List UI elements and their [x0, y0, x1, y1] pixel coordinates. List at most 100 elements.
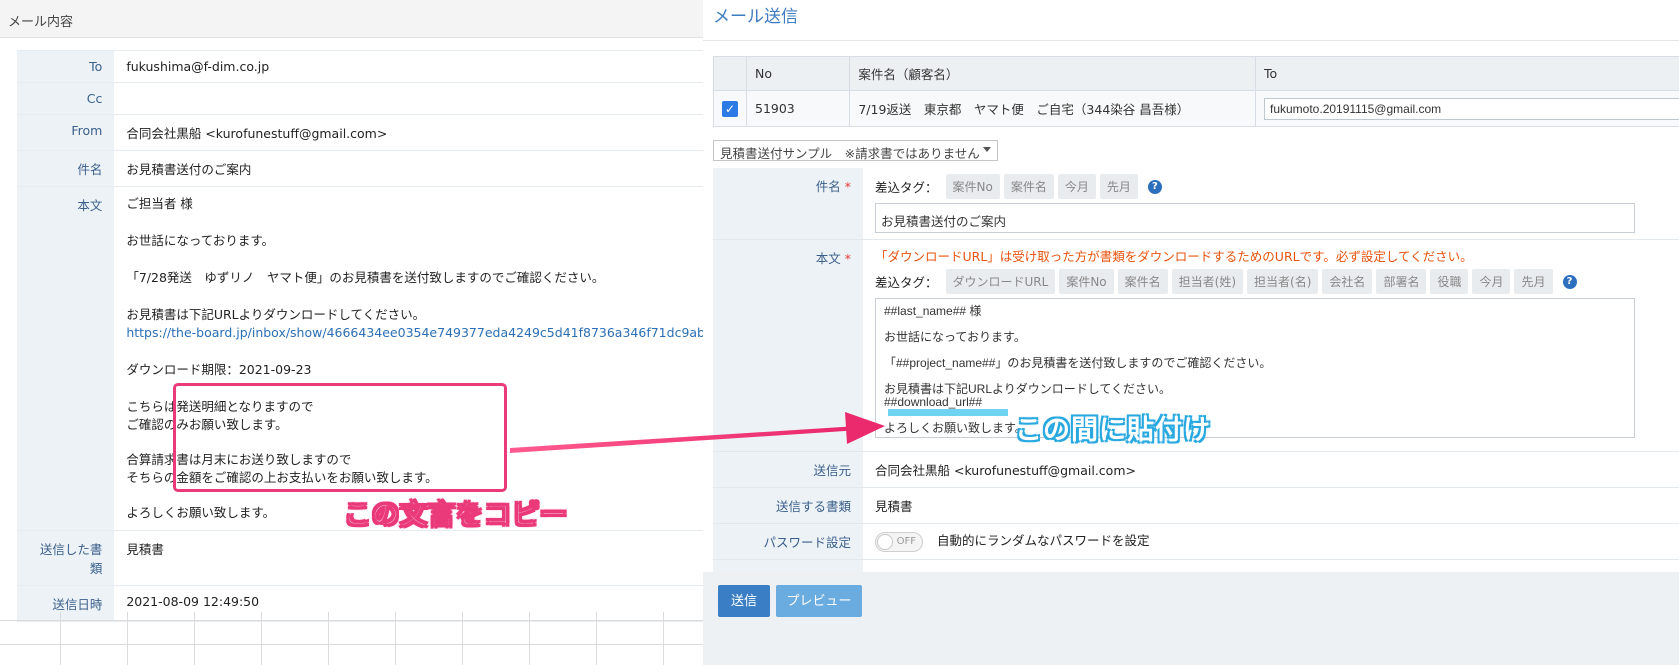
table-row: From 合同会社黒船 <kurofunestuff@gmail.com> — [17, 114, 703, 151]
toggle-state: OFF — [896, 535, 916, 547]
body-line: お見積書は下記URLよりダウンロードしてください。 — [126, 307, 426, 322]
password-cell: OFF 自動的にランダムなパスワードを設定 — [863, 523, 1679, 560]
body-deadline: ダウンロード期限：2021-09-23 — [126, 362, 312, 377]
preview-button[interactable]: プレビュー — [776, 585, 862, 617]
sent-doc-label: 送信した書類 — [17, 530, 115, 586]
body-text-line: お見積書は下記URLよりダウンロードしてください。 — [884, 382, 1172, 396]
row-to-cell — [1255, 90, 1679, 127]
from-label: From — [17, 114, 115, 151]
download-link[interactable]: https://the-board.jp/inbox/show/4666434e… — [126, 325, 703, 340]
table-row: ✓ 51903 7/19返送 東京都 ヤマト便 ご自宅（344染谷 昌吾様） — [713, 90, 1679, 127]
table-row: Cc — [17, 82, 703, 115]
divider — [703, 40, 1679, 41]
body-text-line: お世話になっております。 — [884, 330, 1026, 344]
select-header — [713, 56, 747, 91]
col-no-header: No — [745, 56, 851, 91]
insert-tag-button[interactable]: 先月 — [1099, 174, 1138, 199]
mail-content-table: To fukushima@f-dim.co.jp Cc From 合同会社黒船 … — [17, 50, 703, 622]
insert-tag-button[interactable]: 先月 — [1514, 269, 1553, 294]
tag-label: 差込タグ： — [875, 275, 938, 290]
recipient-table: No 案件名（顧客名） To ✓ 51903 7/19返送 東京都 ヤマト便 ご… — [713, 56, 1679, 127]
sent-doc-value: 見積書 — [114, 530, 703, 586]
insert-tag-button[interactable]: 案件No — [945, 174, 1000, 199]
table-row: 件名 お見積書送付のご案内 — [17, 150, 703, 187]
help-icon[interactable]: ? — [1562, 274, 1577, 289]
insert-tag-button[interactable]: 役職 — [1430, 269, 1469, 294]
body-textarea[interactable]: ##last_name## 様 お世話になっております。 「##project_… — [875, 298, 1635, 438]
documents-value: 見積書 — [863, 487, 1679, 524]
form-row-sender: 送信元 合同会社黒船 <kurofunestuff@gmail.com> — [713, 451, 1679, 488]
tag-label: 差込タグ： — [875, 180, 938, 195]
send-button[interactable]: 送信 — [718, 585, 770, 617]
body-label: 本文 — [17, 186, 115, 531]
subject-value: お見積書送付のご案内 — [114, 150, 703, 187]
insert-tag-button[interactable]: 案件No — [1059, 269, 1114, 294]
insert-tag-button[interactable]: 会社名 — [1322, 269, 1373, 294]
template-select-value: 見積書送付サンプル ※請求書ではありません — [720, 146, 980, 161]
to-label: To — [17, 50, 115, 83]
form-row-subject: 件名 * 差込タグ： 案件No 案件名 今月 先月 ? お見積書送付のご案内 — [713, 168, 1679, 240]
insert-tag-button[interactable]: ダウンロードURL — [945, 269, 1056, 294]
subject-input[interactable]: お見積書送付のご案内 — [875, 203, 1635, 233]
mail-send-panel: メール送信 No 案件名（顧客名） To ✓ 51903 7/19返送 東京都 … — [703, 0, 1679, 665]
chevron-down-icon — [983, 147, 991, 152]
download-url-warning: 「ダウンロードURL」は受け取った方が書類をダウンロードするためのURLです。必… — [875, 249, 1473, 264]
subject-label: 件名 — [17, 150, 115, 187]
insert-tag-button[interactable]: 今月 — [1057, 174, 1096, 199]
col-project-header: 案件名（顧客名） — [849, 56, 1256, 91]
insert-tag-button[interactable]: 担当者(名) — [1247, 269, 1319, 294]
insert-tag-button[interactable]: 案件名 — [1117, 269, 1168, 294]
body-tag-row: 差込タグ： ダウンロードURL 案件No 案件名 担当者(姓) 担当者(名) 会… — [875, 269, 1679, 294]
body-text-line: 「##project_name##」のお見積書を送付致しますのでご確認ください。 — [884, 356, 1272, 370]
subject-cell: 差込タグ： 案件No 案件名 今月 先月 ? お見積書送付のご案内 — [863, 168, 1679, 240]
help-icon[interactable]: ? — [1147, 179, 1162, 194]
body-text-line: ##last_name## 様 — [884, 304, 982, 318]
insert-tag-button[interactable]: 担当者(姓) — [1171, 269, 1244, 294]
body-line: 「7/28発送 ゆずリノ ヤマト便」のお見積書を送付致しますのでご確認ください。 — [126, 270, 605, 285]
body-line: お世話になっております。 — [126, 233, 275, 248]
paste-annotation: この間に貼付け — [1015, 415, 1211, 446]
row-select-cell: ✓ — [713, 90, 747, 127]
password-label: パスワード設定 — [713, 523, 863, 560]
mail-content-header: メール内容 — [0, 0, 703, 38]
row-no: 51903 — [745, 90, 851, 127]
mail-content-panel: メール内容 To fukushima@f-dim.co.jp Cc From 合… — [0, 0, 703, 665]
subject-label: 件名 * — [713, 168, 863, 240]
spreadsheet-grid — [0, 612, 703, 665]
to-field[interactable] — [1264, 97, 1679, 120]
documents-label: 送信する書類 — [713, 487, 863, 524]
toggle-knob — [877, 533, 893, 550]
insert-tag-button[interactable]: 部署名 — [1376, 269, 1427, 294]
required-mark: * — [844, 179, 851, 194]
page-title: メール送信 — [713, 7, 798, 27]
password-toggle[interactable]: OFF — [875, 531, 923, 552]
paste-marker — [888, 409, 1008, 416]
sender-label: 送信元 — [713, 451, 863, 488]
template-select[interactable]: 見積書送付サンプル ※請求書ではありません — [713, 140, 998, 161]
col-to-header: To — [1255, 56, 1679, 91]
copy-highlight-box — [173, 383, 507, 492]
send-form: 件名 * 差込タグ： 案件No 案件名 今月 先月 ? お見積書送付のご案内 本… — [713, 168, 1679, 600]
required-mark: * — [844, 251, 851, 266]
table-header-row: No 案件名（顧客名） To — [713, 56, 1679, 91]
sender-value: 合同会社黒船 <kurofunestuff@gmail.com> — [863, 451, 1679, 488]
body-text-line: ##download_url## — [884, 395, 983, 409]
cc-label: Cc — [17, 82, 115, 115]
body-cell: 「ダウンロードURL」は受け取った方が書類をダウンロードするためのURLです。必… — [863, 239, 1679, 452]
row-project: 7/19返送 東京都 ヤマト便 ご自宅（344染谷 昌吾様） — [849, 90, 1256, 127]
body-label: 本文 * — [713, 239, 863, 452]
body-text-line: よろしくお願い致します。 — [884, 421, 1027, 435]
table-row: To fukushima@f-dim.co.jp — [17, 50, 703, 83]
insert-tag-button[interactable]: 案件名 — [1003, 174, 1054, 199]
copy-annotation: この文言をコピー — [344, 500, 568, 532]
cc-value — [114, 82, 703, 115]
form-row-documents: 送信する書類 見積書 — [713, 487, 1679, 524]
password-description: 自動的にランダムなパスワードを設定 — [936, 533, 1150, 548]
row-checkbox[interactable]: ✓ — [722, 100, 738, 117]
table-row: 送信した書類 見積書 — [17, 530, 703, 586]
insert-tag-button[interactable]: 今月 — [1472, 269, 1511, 294]
to-value: fukushima@f-dim.co.jp — [114, 50, 703, 83]
form-row-password: パスワード設定 OFF 自動的にランダムなパスワードを設定 — [713, 523, 1679, 560]
from-value: 合同会社黒船 <kurofunestuff@gmail.com> — [114, 114, 703, 151]
subject-tag-row: 差込タグ： 案件No 案件名 今月 先月 ? — [875, 174, 1679, 199]
